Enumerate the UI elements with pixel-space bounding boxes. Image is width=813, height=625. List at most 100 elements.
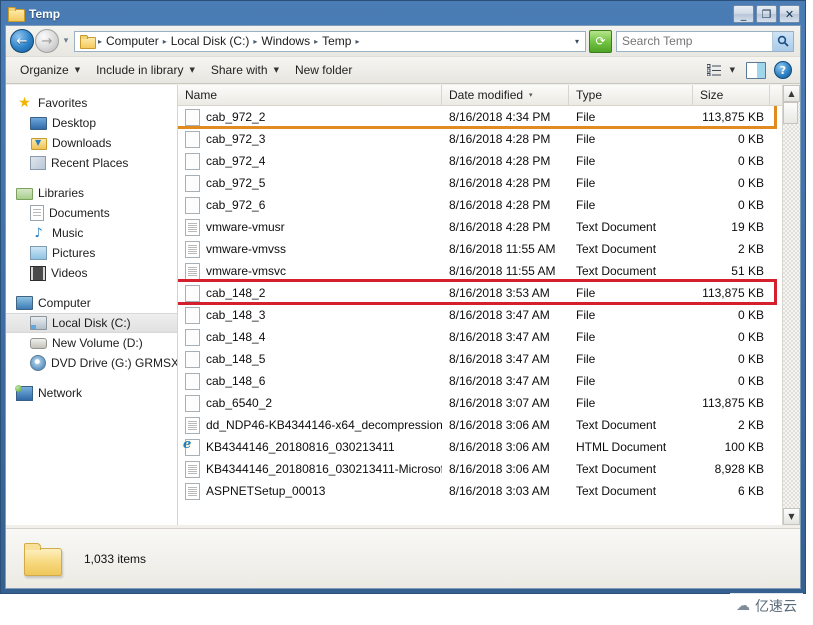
back-button[interactable]: ← (10, 29, 34, 53)
table-row[interactable]: cab_148_3 8/16/2018 3:47 AM File 0 KB (178, 304, 800, 326)
sidebar-item-new-volume-d[interactable]: New Volume (D:) (6, 333, 177, 353)
table-row[interactable]: cab_148_5 8/16/2018 3:47 AM File 0 KB (178, 348, 800, 370)
maximize-button[interactable]: ❐ (756, 5, 777, 23)
forward-button[interactable]: → (35, 29, 59, 53)
file-name-cell[interactable]: ASPNETSetup_00013 (178, 482, 442, 500)
table-row[interactable]: KB4344146_20180816_030213411-Microsoft..… (178, 458, 800, 480)
table-row[interactable]: cab_972_6 8/16/2018 4:28 PM File 0 KB (178, 194, 800, 216)
table-row[interactable]: cab_972_4 8/16/2018 4:28 PM File 0 KB (178, 150, 800, 172)
scrollbar-thumb[interactable] (783, 102, 798, 124)
sidebar-item-desktop[interactable]: Desktop (6, 113, 177, 133)
change-view-icon[interactable] (705, 62, 723, 78)
sidebar-group-network[interactable]: Network (6, 383, 177, 403)
blank-file-icon (185, 152, 200, 170)
table-row[interactable]: cab_148_4 8/16/2018 3:47 AM File 0 KB (178, 326, 800, 348)
file-name-cell[interactable]: cab_972_6 (178, 196, 442, 214)
search-input[interactable] (617, 33, 772, 49)
column-header-date-modified[interactable]: Date modified ▾ (442, 85, 569, 105)
breadcrumb-bar[interactable]: ▸ Computer ▸ Local Disk (C:) ▸ Windows ▸… (74, 30, 586, 52)
file-name-cell[interactable]: cab_6540_2 (178, 394, 442, 412)
scroll-down-button[interactable]: ▼ (783, 508, 800, 525)
file-size-cell: 6 KB (737, 484, 764, 498)
organize-button[interactable]: Organize ▼ (12, 60, 88, 80)
organize-label: Organize (20, 63, 69, 77)
refresh-button[interactable]: ⟳ (589, 29, 612, 53)
column-header-name[interactable]: Name (178, 85, 442, 105)
sidebar-group-favorites[interactable]: ★ Favorites (6, 93, 177, 113)
breadcrumb-item-computer[interactable]: Computer (103, 33, 162, 49)
chevron-down-icon: ▼ (273, 66, 279, 74)
sidebar-item-local-disk-c[interactable]: Local Disk (C:) (6, 313, 177, 333)
view-chevron-down-icon[interactable]: ▼ (725, 66, 740, 74)
table-row[interactable]: vmware-vmvss 8/16/2018 11:55 AM Text Docum… (178, 238, 800, 260)
sidebar-item-documents[interactable]: Documents (6, 203, 177, 223)
file-name-cell[interactable]: cab_972_5 (178, 174, 442, 192)
search-icon[interactable] (772, 31, 793, 51)
file-name-cell[interactable]: KB4344146_20180816_030213411 (178, 438, 442, 456)
file-size-cell: 0 KB (737, 330, 764, 344)
new-folder-button[interactable]: New folder (287, 60, 360, 80)
scrollbar-track[interactable] (783, 102, 800, 508)
file-name-cell[interactable]: vmware-vmsvc (178, 262, 442, 280)
file-name-cell[interactable]: vmware-vmusr (178, 218, 442, 236)
file-size-cell: 100 KB (724, 440, 764, 454)
column-header-type[interactable]: Type (569, 85, 693, 105)
file-name-cell[interactable]: cab_148_6 (178, 372, 442, 390)
table-row[interactable]: ASPNETSetup_00013 8/16/2018 3:03 AM Text D… (178, 480, 800, 502)
navigation-pane[interactable]: ★ Favorites Desktop Downloads Recent Pla… (6, 85, 178, 525)
preview-pane-icon[interactable] (746, 61, 766, 79)
table-row[interactable]: cab_972_5 8/16/2018 4:28 PM File 0 KB (178, 172, 800, 194)
sidebar-group-computer[interactable]: Computer (6, 293, 177, 313)
file-name-cell[interactable]: cab_972_2 (178, 108, 442, 126)
file-name-cell[interactable]: cab_148_3 (178, 306, 442, 324)
file-size-cell: 0 KB (737, 132, 764, 146)
table-row[interactable]: dd_NDP46-KB4344146-x64_decompression_log… (178, 414, 800, 436)
column-header-size[interactable]: Size (693, 85, 770, 105)
scroll-up-button[interactable]: ▲ (783, 85, 800, 102)
file-type-cell: Text Document (576, 484, 657, 498)
folder-icon (8, 7, 25, 22)
table-row[interactable]: cab_6540_2 8/16/2018 3:07 AM File 113,875 K… (178, 392, 800, 414)
table-row[interactable]: cab_148_6 8/16/2018 3:47 AM File 0 KB (178, 370, 800, 392)
breadcrumb-item-windows[interactable]: Windows (258, 33, 313, 49)
table-row[interactable]: cab_972_3 8/16/2018 4:28 PM File 0 KB (178, 128, 800, 150)
file-size-cell: 0 KB (737, 374, 764, 388)
table-row[interactable]: cab_972_2 8/16/2018 4:34 PM File 113,875 KB (178, 106, 800, 128)
file-name-cell[interactable]: cab_148_4 (178, 328, 442, 346)
recent-pages-button[interactable]: ▾ (59, 30, 73, 52)
file-name-cell[interactable]: cab_972_4 (178, 152, 442, 170)
table-row[interactable]: KB4344146_20180816_030213411 8/16/2018 3:… (178, 436, 800, 458)
file-type-cell: Text Document (576, 264, 657, 278)
sidebar-label-documents: Documents (49, 206, 110, 220)
breadcrumb-item-temp[interactable]: Temp (319, 33, 354, 49)
sidebar-item-downloads[interactable]: Downloads (6, 133, 177, 153)
table-row[interactable]: vmware-vmusr 8/16/2018 4:28 PM Text Docume… (178, 216, 800, 238)
address-dropdown-icon[interactable]: ▾ (575, 37, 583, 46)
help-icon[interactable]: ? (774, 61, 792, 79)
main-area: ★ Favorites Desktop Downloads Recent Pla… (6, 85, 800, 525)
file-name-cell[interactable]: cab_148_2 (178, 284, 442, 302)
table-row[interactable]: vmware-vmsvc 8/16/2018 11:55 AM Text Docum… (178, 260, 800, 282)
file-rows[interactable]: cab_972_2 8/16/2018 4:34 PM File 113,875 KB… (178, 106, 800, 525)
sidebar-item-pictures[interactable]: Pictures (6, 243, 177, 263)
sidebar-item-dvd-drive-g[interactable]: DVD Drive (G:) GRMSX (6, 353, 177, 373)
breadcrumb-item-local-disk[interactable]: Local Disk (C:) (168, 33, 253, 49)
include-in-library-button[interactable]: Include in library ▼ (88, 60, 203, 80)
sidebar-item-music[interactable]: ♪ Music (6, 223, 177, 243)
sidebar-group-libraries[interactable]: Libraries (6, 183, 177, 203)
search-box[interactable] (616, 30, 794, 52)
file-name-cell[interactable]: cab_972_3 (178, 130, 442, 148)
minimize-button[interactable]: _ (733, 5, 754, 23)
column-header-name-label: Name (185, 88, 218, 102)
sidebar-item-videos[interactable]: Videos (6, 263, 177, 283)
vertical-scrollbar[interactable]: ▲ ▼ (782, 85, 800, 525)
share-with-button[interactable]: Share with ▼ (203, 60, 287, 80)
table-row[interactable]: cab_148_2 8/16/2018 3:53 AM File 113,875 KB (178, 282, 800, 304)
file-name-cell[interactable]: dd_NDP46-KB4344146-x64_decompression_log (178, 416, 442, 434)
close-button[interactable]: ✕ (779, 5, 800, 23)
file-name-cell[interactable]: KB4344146_20180816_030213411-Microsoft..… (178, 460, 442, 478)
breadcrumb-separator[interactable]: ▸ (354, 37, 360, 46)
file-name-cell[interactable]: cab_148_5 (178, 350, 442, 368)
file-name-cell[interactable]: vmware-vmvss (178, 240, 442, 258)
sidebar-item-recent-places[interactable]: Recent Places (6, 153, 177, 173)
